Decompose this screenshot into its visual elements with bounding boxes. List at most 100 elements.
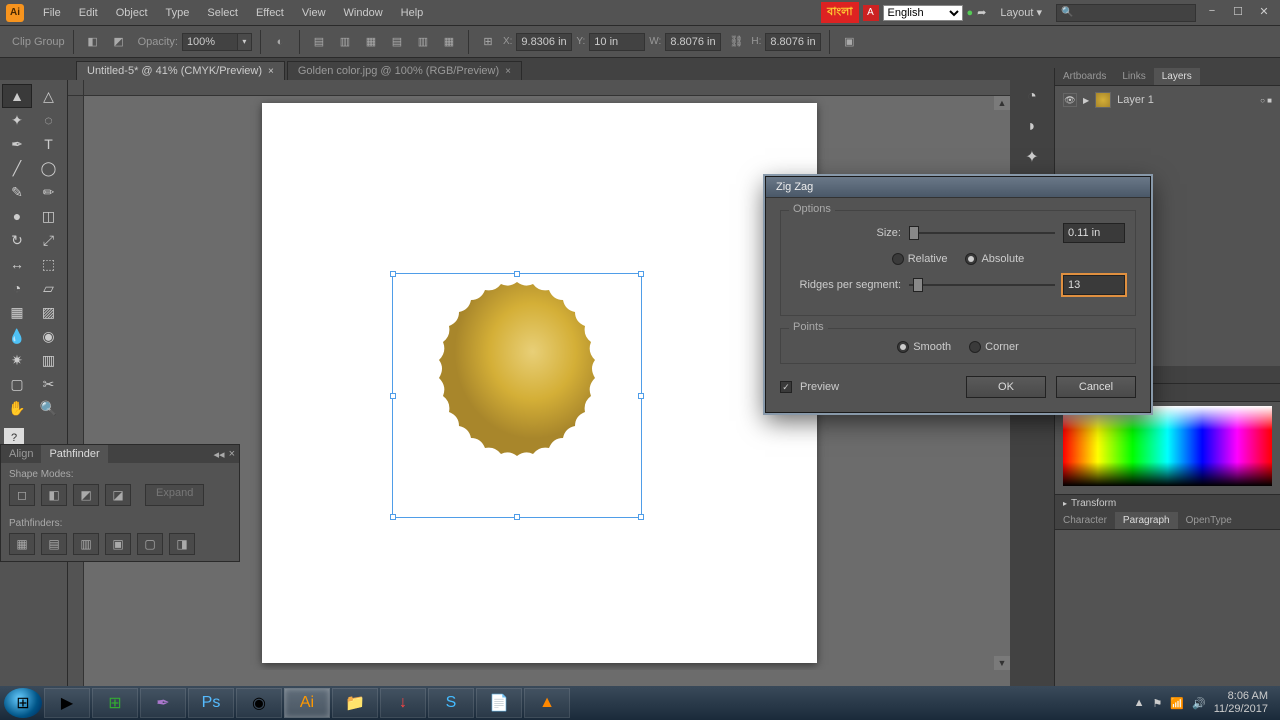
pathfinder-tab[interactable]: Pathfinder — [41, 445, 107, 463]
panel-close-icon[interactable]: × — [229, 448, 235, 461]
align-right-icon[interactable]: ▦ — [360, 31, 382, 53]
eyedropper-tool[interactable]: 💧 — [2, 324, 32, 348]
rotate-tool[interactable]: ↻ — [2, 228, 32, 252]
ok-button[interactable]: OK — [966, 376, 1046, 398]
menu-window[interactable]: Window — [335, 7, 392, 19]
intersect-button[interactable]: ◩ — [73, 484, 99, 506]
menu-view[interactable]: View — [293, 7, 335, 19]
link-wh-icon[interactable]: ⛓ — [725, 31, 747, 53]
brush-panel-icon[interactable]: ◗ — [1017, 116, 1047, 138]
line-tool[interactable]: ╱ — [2, 156, 32, 180]
exclude-button[interactable]: ◪ — [105, 484, 131, 506]
relative-radio[interactable]: Relative — [892, 253, 948, 265]
cancel-button[interactable]: Cancel — [1056, 376, 1136, 398]
ellipse-tool[interactable]: ◯ — [34, 156, 64, 180]
artboards-tab[interactable]: Artboards — [1055, 68, 1114, 85]
align-left-icon[interactable]: ▤ — [308, 31, 330, 53]
expand-arrow-icon[interactable]: ▶ — [1083, 96, 1089, 105]
blob-brush-tool[interactable]: ● — [2, 204, 32, 228]
recolor-button[interactable]: ◐ — [269, 31, 291, 53]
scroll-up-icon[interactable]: ▲ — [994, 96, 1010, 110]
task-downloader[interactable]: ↓ — [380, 688, 426, 718]
mesh-tool[interactable]: ▦ — [2, 300, 32, 324]
tray-network-icon[interactable]: 📶 — [1170, 697, 1184, 710]
symbol-panel-icon[interactable]: ✦ — [1017, 146, 1047, 168]
size-input[interactable] — [1063, 223, 1125, 243]
search-input[interactable] — [1056, 4, 1196, 22]
color-panel-icon[interactable]: ◔ — [1017, 86, 1047, 108]
type-tool[interactable]: T — [34, 132, 64, 156]
zoom-tool[interactable]: 🔍 — [34, 396, 64, 420]
links-tab[interactable]: Links — [1114, 68, 1153, 85]
slice-tool[interactable]: ✂ — [34, 372, 64, 396]
expand-button[interactable]: Expand — [145, 484, 204, 506]
lasso-tool[interactable]: ◌ — [34, 108, 64, 132]
lang-a-icon[interactable]: A — [863, 5, 879, 21]
menu-type[interactable]: Type — [157, 7, 199, 19]
menu-select[interactable]: Select — [198, 7, 247, 19]
minimize-button[interactable]: − — [1202, 5, 1222, 21]
paragraph-tab[interactable]: Paragraph — [1115, 512, 1178, 529]
trim-button[interactable]: ▤ — [41, 533, 67, 555]
preview-checkbox[interactable]: ✓ — [780, 381, 792, 393]
globe-icon[interactable]: ● — [967, 7, 974, 19]
transform-panel-header[interactable]: Transform — [1055, 494, 1280, 512]
align-middle-icon[interactable]: ▥ — [412, 31, 434, 53]
opentype-tab[interactable]: OpenType — [1178, 512, 1240, 529]
pen-tool[interactable]: ✒ — [2, 132, 32, 156]
task-vlc[interactable]: ▲ — [524, 688, 570, 718]
x-field[interactable]: 9.8306 in — [516, 33, 572, 51]
stroke-proxy-button[interactable]: ◩ — [108, 31, 130, 53]
merge-button[interactable]: ▥ — [73, 533, 99, 555]
ruler-origin[interactable] — [68, 80, 84, 96]
divide-button[interactable]: ▦ — [9, 533, 35, 555]
gradient-tool[interactable]: ▨ — [34, 300, 64, 324]
doc-tab-1[interactable]: Untitled-5* @ 41% (CMYK/Preview)× — [76, 61, 285, 80]
character-tab[interactable]: Character — [1055, 512, 1115, 529]
menu-object[interactable]: Object — [107, 7, 157, 19]
task-skype[interactable]: S — [428, 688, 474, 718]
selection-tool[interactable]: ▲ — [2, 84, 32, 108]
close-tab-icon[interactable]: × — [268, 66, 274, 77]
tray-flag-icon[interactable]: ⚑ — [1152, 697, 1162, 710]
minus-front-button[interactable]: ◧ — [41, 484, 67, 506]
resize-handle[interactable] — [390, 514, 396, 520]
ridges-input[interactable] — [1063, 275, 1125, 295]
size-slider[interactable] — [909, 232, 1055, 234]
resize-handle[interactable] — [638, 393, 644, 399]
h-field[interactable]: 8.8076 in — [765, 33, 821, 51]
menu-edit[interactable]: Edit — [70, 7, 107, 19]
task-explorer[interactable]: 📁 — [332, 688, 378, 718]
artboard-tool[interactable]: ▢ — [2, 372, 32, 396]
task-excel[interactable]: ⊞ — [92, 688, 138, 718]
magic-wand-tool[interactable]: ✦ — [2, 108, 32, 132]
layer-name-label[interactable]: Layer 1 — [1117, 94, 1154, 106]
vertical-ruler[interactable] — [68, 96, 84, 686]
smooth-radio[interactable]: Smooth — [897, 341, 951, 353]
share-arrow-icon[interactable]: ➦ — [977, 6, 986, 19]
crop-button[interactable]: ▣ — [105, 533, 131, 555]
free-transform-tool[interactable]: ⬚ — [34, 252, 64, 276]
align-top-icon[interactable]: ▤ — [386, 31, 408, 53]
column-graph-tool[interactable]: ▥ — [34, 348, 64, 372]
blend-tool[interactable]: ◉ — [34, 324, 64, 348]
resize-handle[interactable] — [514, 271, 520, 277]
brush-tool[interactable]: ✎ — [2, 180, 32, 204]
isolate-button[interactable]: ▣ — [838, 31, 860, 53]
scroll-down-icon[interactable]: ▼ — [994, 656, 1010, 670]
layer-row[interactable]: 👁 ▶ Layer 1 ○ ■ — [1059, 90, 1276, 110]
transform-ref-icon[interactable]: ⊞ — [477, 31, 499, 53]
align-bottom-icon[interactable]: ▦ — [438, 31, 460, 53]
close-button[interactable]: ✕ — [1254, 5, 1274, 21]
menu-file[interactable]: File — [34, 7, 70, 19]
maximize-button[interactable]: ☐ — [1228, 5, 1248, 21]
direct-selection-tool[interactable]: △ — [34, 84, 64, 108]
tray-clock[interactable]: 8:06 AM 11/29/2017 — [1214, 690, 1268, 716]
ridges-slider[interactable] — [909, 284, 1055, 286]
menu-help[interactable]: Help — [392, 7, 433, 19]
horizontal-ruler[interactable] — [84, 80, 1010, 96]
start-button[interactable]: ⊞ — [4, 688, 42, 718]
unite-button[interactable]: ◻ — [9, 484, 35, 506]
corner-radio[interactable]: Corner — [969, 341, 1019, 353]
minus-back-button[interactable]: ◨ — [169, 533, 195, 555]
